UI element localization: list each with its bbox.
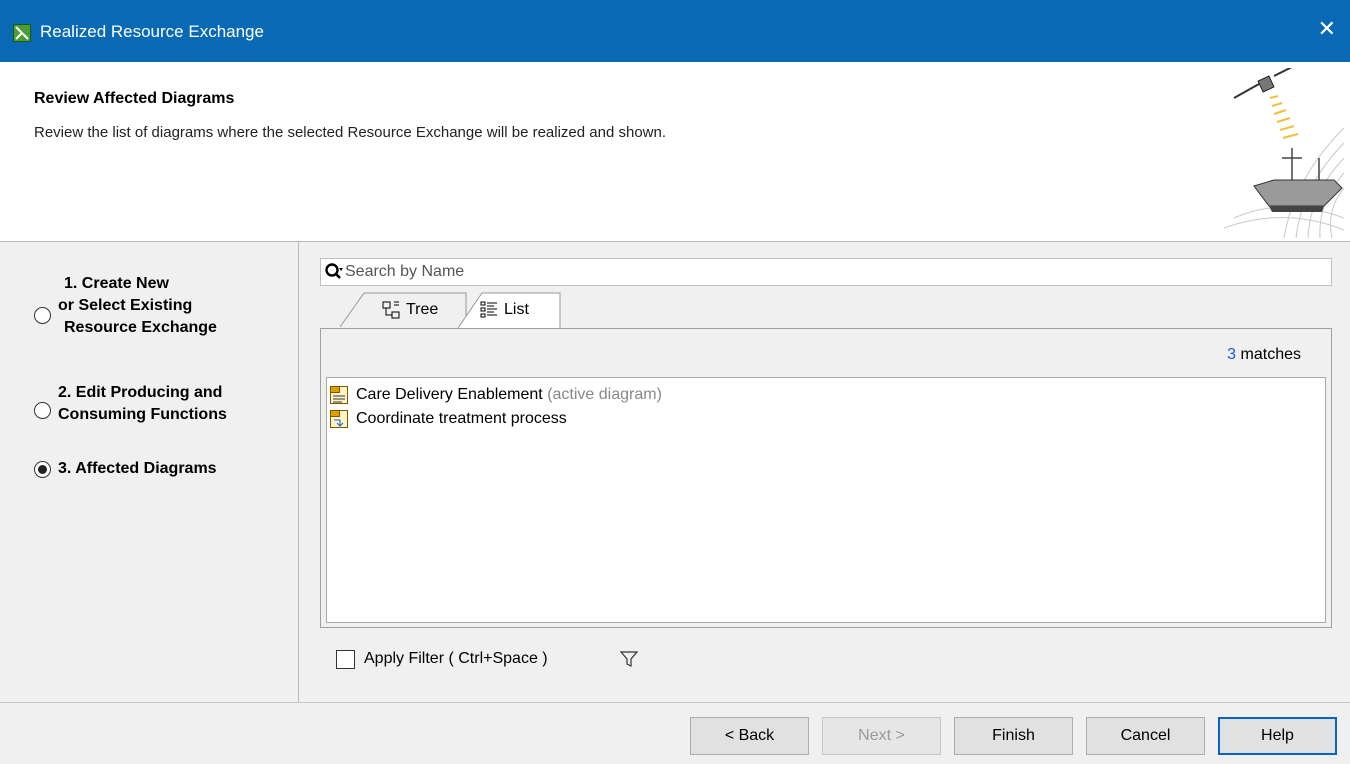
step-2-line-1: 2. Edit Producing and [58, 384, 223, 401]
close-icon[interactable]: ✕ [1318, 18, 1336, 40]
wizard-steps-panel: 1. Create New or Select Existing Resourc… [0, 242, 299, 702]
satellite-ship-illustration [1223, 68, 1344, 238]
step-1-radio[interactable] [34, 307, 51, 324]
search-icon[interactable] [324, 262, 344, 282]
funnel-icon[interactable] [620, 650, 638, 668]
app-icon [13, 24, 31, 42]
list-item-name: Care Delivery Enablement [356, 386, 543, 403]
finish-button[interactable]: Finish [954, 717, 1073, 755]
back-button[interactable]: < Back [690, 717, 809, 755]
matches-label: matches [1236, 346, 1301, 363]
apply-filter-label[interactable]: Apply Filter ( Ctrl+Space ) [364, 650, 548, 668]
step-1-line-3: Resource Exchange [64, 319, 217, 336]
list-item-hint: (active diagram) [542, 386, 662, 403]
search-box[interactable] [320, 258, 1332, 286]
tab-list-label: List [504, 301, 529, 318]
step-1-line-2: or Select Existing [58, 297, 193, 314]
window-title: Realized Resource Exchange [40, 22, 264, 41]
diagram-list[interactable]: Care Delivery Enablement (active diagram… [326, 377, 1326, 623]
next-button[interactable]: Next > [822, 717, 941, 755]
footer-divider [0, 702, 1350, 703]
tab-list[interactable]: List [458, 292, 562, 328]
cancel-button[interactable]: Cancel [1086, 717, 1205, 755]
help-button[interactable]: Help [1218, 717, 1337, 755]
matches-number: 3 [1227, 346, 1237, 363]
matches-count: 3 matches [1227, 346, 1301, 364]
resource-flow-diagram-icon [330, 386, 348, 404]
tree-icon [382, 301, 400, 319]
page-title: Review Affected Diagrams [34, 90, 235, 107]
step-2-line-2: Consuming Functions [58, 406, 227, 423]
page-description: Review the list of diagrams where the se… [34, 124, 666, 141]
step-3-line-1: 3. Affected Diagrams [58, 460, 217, 477]
tab-tree[interactable]: Tree [340, 292, 470, 328]
step-3-radio-selected[interactable] [34, 461, 51, 478]
step-2-radio[interactable] [34, 402, 51, 419]
apply-filter-checkbox[interactable] [336, 650, 355, 669]
list-icon [480, 301, 497, 318]
process-flow-diagram-icon [330, 410, 348, 428]
list-item-name: Coordinate treatment process [356, 410, 567, 427]
window-titlebar: Realized Resource Exchange ✕ [0, 0, 1350, 62]
wizard-header: Review Affected Diagrams Review the list… [0, 62, 1350, 242]
step-1-line-1: 1. Create New [64, 275, 169, 292]
search-input[interactable] [345, 261, 1325, 283]
results-panel: 3 matches Care Delivery Enablement (acti… [320, 328, 1332, 628]
tab-tree-label: Tree [406, 301, 439, 318]
